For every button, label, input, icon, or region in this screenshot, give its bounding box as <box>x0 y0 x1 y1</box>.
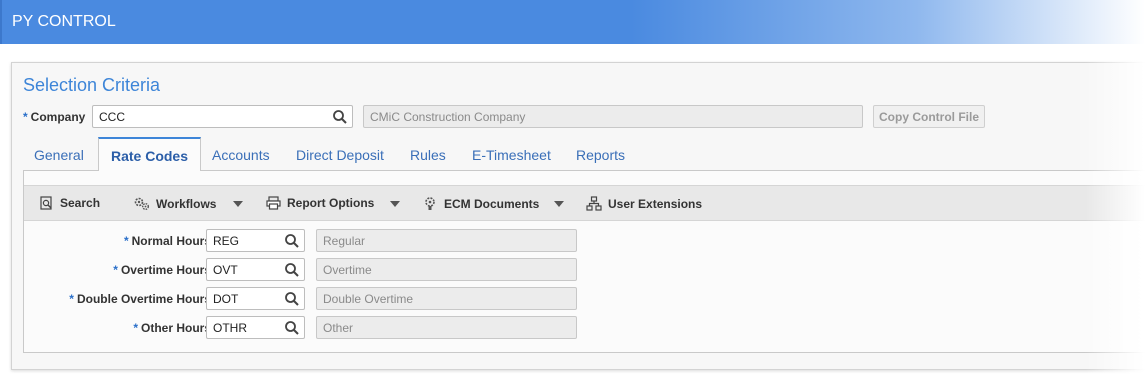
normal-hours-label: * Normal Hours <box>123 234 211 248</box>
search-button[interactable]: Search <box>40 196 100 210</box>
search-icon[interactable] <box>284 233 300 249</box>
company-label: * Company <box>23 110 86 124</box>
double-overtime-hours-label: * Double Overtime Hours <box>69 292 211 306</box>
tab-bar: General Rate Codes Accounts Direct Depos… <box>23 137 1145 172</box>
ecm-documents-button[interactable]: ECM Documents <box>423 196 539 211</box>
search-icon[interactable] <box>284 262 300 278</box>
copy-control-file-button[interactable]: Copy Control File <box>873 105 985 128</box>
tab-direct-deposit[interactable]: Direct Deposit <box>296 137 384 171</box>
search-icon[interactable] <box>284 320 300 336</box>
search-doc-icon <box>40 196 52 210</box>
other-hours-label: * Other Hours <box>133 321 211 335</box>
tab-rate-codes[interactable]: Rate Codes <box>98 137 201 172</box>
hierarchy-icon <box>586 196 602 211</box>
tab-rules[interactable]: Rules <box>410 137 446 171</box>
selection-panel: Selection Criteria * Company CCC CMiC Con… <box>11 62 1145 370</box>
user-extensions-button[interactable]: User Extensions <box>586 196 702 211</box>
app-title: PY CONTROL <box>12 13 116 30</box>
normal-hours-description: Regular <box>316 229 577 252</box>
title-bar: PY CONTROL <box>0 0 1145 44</box>
double-overtime-hours-input[interactable]: DOT <box>206 287 305 310</box>
required-marker: * <box>23 110 28 124</box>
workflows-button[interactable]: Workflows <box>133 196 216 211</box>
toolbar: Search Workflows Report Options ECM Docu… <box>24 185 1145 221</box>
report-options-dropdown-icon[interactable] <box>390 201 400 207</box>
search-icon[interactable] <box>332 109 348 125</box>
tab-e-timesheet[interactable]: E-Timesheet <box>472 137 551 171</box>
workflows-dropdown-icon[interactable] <box>233 201 243 207</box>
gears-icon <box>134 197 149 210</box>
overtime-hours-description: Overtime <box>316 258 577 281</box>
ecm-documents-dropdown-icon[interactable] <box>554 201 564 207</box>
company-description: CMiC Construction Company <box>363 105 863 128</box>
tab-reports[interactable]: Reports <box>576 137 625 171</box>
report-options-button[interactable]: Report Options <box>266 196 374 210</box>
printer-icon <box>266 196 281 210</box>
other-hours-input[interactable]: OTHR <box>206 316 305 339</box>
overtime-hours-label: * Overtime Hours <box>113 263 211 277</box>
double-overtime-hours-description: Double Overtime <box>316 287 577 310</box>
document-gear-icon <box>425 197 435 210</box>
tab-general[interactable]: General <box>34 137 84 171</box>
section-title: Selection Criteria <box>23 75 161 95</box>
other-hours-description: Other <box>316 316 577 339</box>
tab-accounts[interactable]: Accounts <box>212 137 270 171</box>
normal-hours-input[interactable]: REG <box>206 229 305 252</box>
overtime-hours-input[interactable]: OVT <box>206 258 305 281</box>
search-icon[interactable] <box>284 291 300 307</box>
tab-content: Search Workflows Report Options ECM Docu… <box>23 171 1145 353</box>
company-input[interactable]: CCC <box>92 105 353 128</box>
